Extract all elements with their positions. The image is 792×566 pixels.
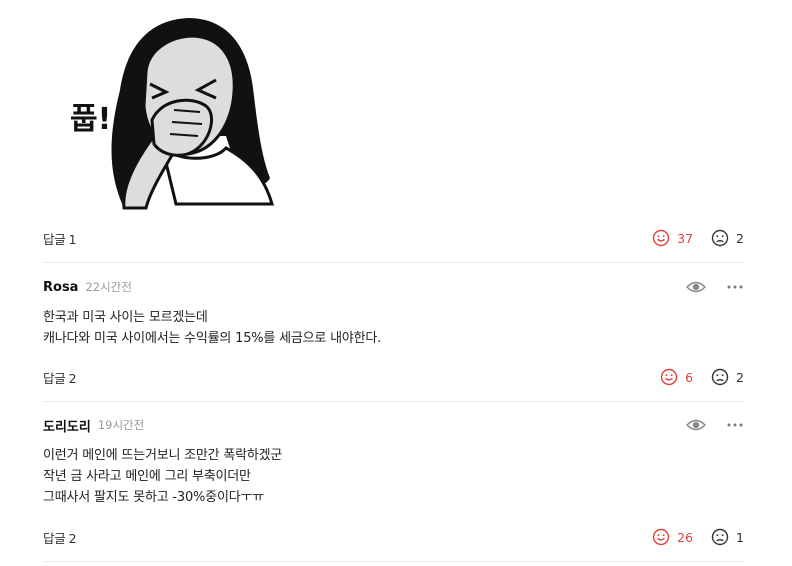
like-count: 6 [685,369,694,385]
like-button[interactable]: 26 [652,528,693,546]
comment-author[interactable]: Rosa [43,280,78,295]
smile-icon [652,229,670,247]
reply-count: 1 [68,231,77,247]
comment-body: 한국과 미국 사이는 모르겠는데 캐나다와 미국 사이에서는 수익률의 15%를… [43,307,744,349]
comment-line: 작년 금 사라고 메인에 그리 부축이더만 [43,469,251,484]
comment-author[interactable]: 도리도리 [43,416,91,435]
comment-time: 22시간전 [85,280,132,294]
divider [43,262,744,263]
smile-icon [652,528,670,546]
reply-label: 답글 [43,231,66,247]
dislike-count: 2 [736,369,744,385]
comment-line: 이런거 메인에 뜨는거보니 조만간 폭락하겠군 [43,448,283,463]
smile-icon [660,368,678,386]
comment-line: 그때사서 팔지도 못하고 -30%중이다ㅜㅠ [43,490,264,505]
like-button[interactable]: 6 [660,368,693,386]
eye-icon[interactable] [686,418,706,432]
frown-icon [711,528,729,546]
reply-link[interactable]: 답글 2 [43,528,77,547]
comment-line: 캐나다와 미국 사이에서는 수익률의 15%를 세금으로 내야한다. [43,331,382,346]
eye-icon[interactable] [686,280,706,294]
dislike-count: 1 [736,529,744,545]
comment-actions: 답글 2 26 1 [43,527,744,547]
comment-item: 도리도리 19시간전 이런거 메인에 뜨는거보니 조만간 폭락하겠군 작년 금 … [43,415,744,508]
top-post-actions: 답글 1 37 2 [43,228,744,248]
divider [43,561,744,562]
like-button[interactable]: 37 [652,229,693,247]
frown-icon [711,368,729,386]
more-icon[interactable] [726,422,744,428]
dislike-button[interactable]: 1 [711,528,744,546]
comment-time: 19시간전 [97,418,145,432]
reply-link[interactable]: 답글 2 [43,368,77,387]
frown-icon [711,229,729,247]
like-count: 37 [677,230,694,246]
sticker-caption: 풉! [70,102,112,137]
comment-line: 한국과 미국 사이는 모르겠는데 [43,310,208,325]
reply-count: 2 [68,370,77,386]
reply-link[interactable]: 답글 1 [43,229,77,248]
like-count: 26 [677,529,694,545]
reply-count: 2 [68,530,77,546]
dislike-button[interactable]: 2 [711,368,744,386]
divider [43,401,744,402]
comment-item: Rosa 22시간전 한국과 미국 사이는 모르겠는데 캐나다와 미국 사이에서… [43,277,744,349]
reply-label: 답글 [43,530,66,546]
comment-body: 이런거 메인에 뜨는거보니 조만간 폭락하겠군 작년 금 사라고 메인에 그리 … [43,445,744,508]
more-icon[interactable] [726,284,744,290]
reply-label: 답글 [43,370,66,386]
dislike-button[interactable]: 2 [711,229,744,247]
sticker-image: 풉! [66,10,280,210]
dislike-count: 2 [736,230,744,246]
comment-actions: 답글 2 6 2 [43,367,744,387]
